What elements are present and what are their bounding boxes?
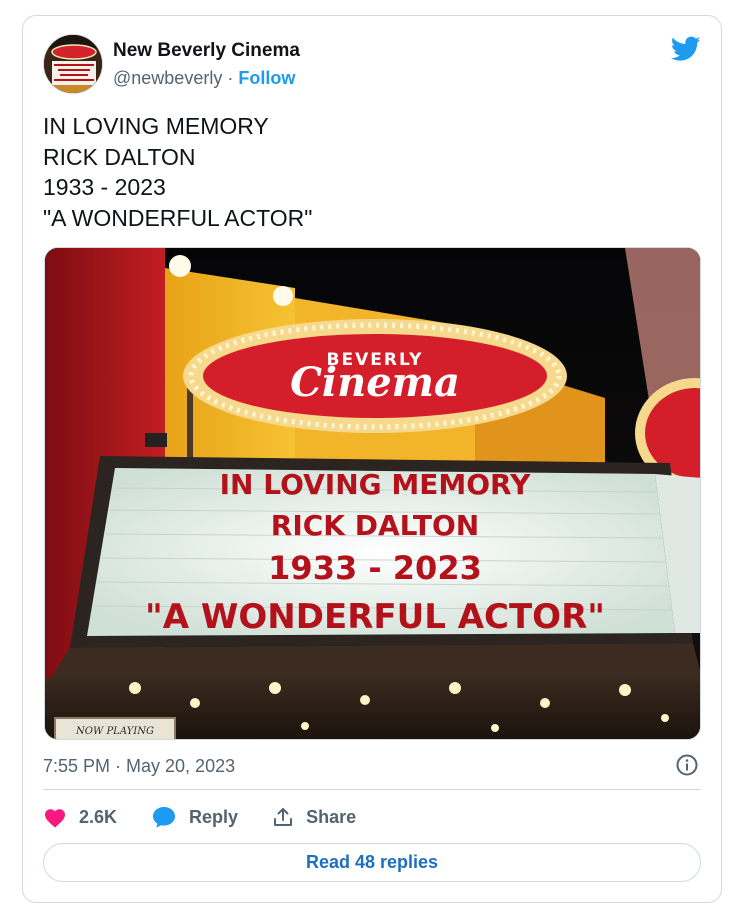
share-button[interactable]: Share: [272, 806, 356, 828]
handle-separator: ·: [222, 68, 239, 88]
tweet-photo[interactable]: BEVERLY Cinema IN LOVING MEMORY RICK DAL…: [44, 247, 701, 740]
reply-button[interactable]: Reply: [151, 805, 238, 829]
heart-icon: [45, 809, 65, 828]
follow-link[interactable]: Follow: [238, 68, 295, 88]
read-replies-button[interactable]: Read 48 replies: [43, 843, 701, 882]
reply-bubble-icon: [153, 807, 176, 828]
tweet-text: IN LOVING MEMORY RICK DALTON 1933 - 2023…: [43, 113, 313, 231]
author-handle-row: @newbeverly · Follow: [113, 65, 300, 91]
marquee-line-4: "A WONDERFUL ACTOR": [145, 597, 605, 637]
tweet-actions: 2.6K Reply Share: [43, 802, 390, 832]
marquee-line-1: IN LOVING MEMORY: [220, 468, 531, 501]
divider: [43, 789, 701, 790]
lower-sign-text: NOW PLAYING: [75, 726, 154, 737]
tweet-header: New Beverly Cinema @newbeverly · Follow: [43, 34, 701, 94]
twitter-bird-icon[interactable]: [670, 36, 701, 62]
author-display-name[interactable]: New Beverly Cinema: [113, 39, 300, 63]
tweet-card: New Beverly Cinema @newbeverly · Follow …: [22, 15, 722, 903]
marquee-line-2: RICK DALTON: [271, 509, 479, 542]
share-label: Share: [306, 806, 357, 827]
share-upload-icon: [274, 808, 293, 826]
marquee-line-3: 1933 - 2023: [268, 549, 482, 587]
author-handle[interactable]: @newbeverly: [113, 68, 222, 88]
info-icon[interactable]: [675, 753, 699, 777]
sign-word-script: Cinema: [290, 359, 460, 406]
tweet-timestamp[interactable]: 7:55 PM · May 20, 2023: [43, 754, 235, 778]
like-button[interactable]: 2.6K: [43, 806, 117, 828]
like-count: 2.6K: [79, 806, 118, 827]
author-info: New Beverly Cinema @newbeverly · Follow: [113, 39, 300, 91]
reply-label: Reply: [189, 806, 239, 827]
avatar[interactable]: [43, 34, 103, 94]
